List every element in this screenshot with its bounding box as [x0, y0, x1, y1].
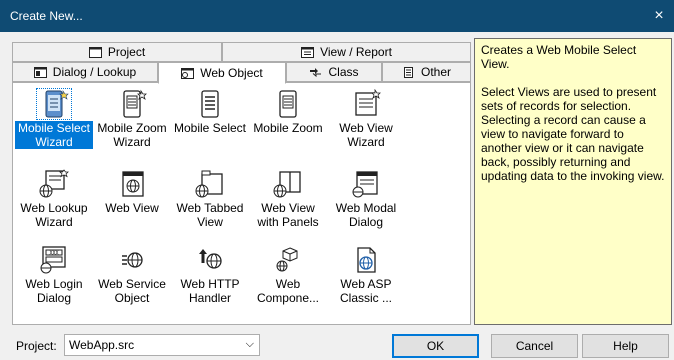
web-login-dialog-icon: XXX	[40, 246, 66, 274]
item-label: Web Lookup Wizard	[20, 201, 88, 229]
web-view-wizard-icon	[355, 89, 381, 116]
item-label: Web Service Object	[98, 277, 166, 305]
help-button[interactable]: Help	[582, 334, 669, 358]
item-label: Web Compone...	[256, 277, 320, 305]
web-http-handler-icon	[199, 249, 222, 269]
item-mobile-select-wizard[interactable]: Mobile Select Wizard	[15, 87, 93, 151]
item-web-tabbed-view[interactable]: Web Tabbed View	[171, 167, 249, 231]
item-web-http-handler[interactable]: Web HTTP Handler	[171, 243, 249, 307]
tab-dialog-lookup[interactable]: Dialog / Lookup	[12, 62, 158, 82]
description-summary: Creates a Web Mobile Select View.	[481, 43, 637, 71]
tab-view-report[interactable]: View / Report	[222, 42, 471, 62]
item-web-lookup-wizard[interactable]: Web Lookup Wizard	[15, 167, 93, 231]
item-label: Web View Wizard	[339, 121, 393, 149]
project-value: WebApp.src	[69, 338, 135, 352]
item-mobile-zoom-wizard[interactable]: Mobile Zoom Wizard	[93, 87, 171, 151]
mobile-zoom-wizard-icon	[123, 89, 147, 118]
item-label: Web Tabbed View	[176, 201, 244, 229]
project-label: Project:	[16, 339, 57, 353]
item-web-component[interactable]: Web Compone...	[249, 243, 327, 307]
tab-row-bottom: Dialog / Lookup Web Object Class Other	[12, 62, 471, 84]
web-component-icon	[276, 247, 298, 272]
web-view-icon	[122, 171, 144, 197]
item-label: Mobile Select	[173, 121, 247, 135]
web-modal-dialog-icon	[352, 171, 378, 198]
item-web-view-wizard[interactable]: Web View Wizard	[327, 87, 405, 151]
item-label: Web View with Panels	[257, 201, 319, 229]
tab-label: Dialog / Lookup	[52, 65, 137, 79]
web-view-panels-icon	[273, 171, 301, 198]
item-mobile-zoom[interactable]: Mobile Zoom	[249, 87, 327, 151]
title-bar: Create New... ×	[0, 0, 674, 32]
template-list: Mobile Select Wizard Mobile Zoom Wizard …	[12, 82, 471, 325]
web-lookup-wizard-icon	[39, 169, 69, 198]
web-service-object-icon	[122, 252, 143, 268]
web-tabbed-view-icon	[195, 170, 223, 198]
description-detail: Select Views are used to present sets of…	[481, 85, 665, 183]
ok-button[interactable]: OK	[392, 334, 479, 358]
cancel-button[interactable]: Cancel	[491, 334, 578, 358]
project-window-icon	[88, 46, 102, 58]
tab-project[interactable]: Project	[12, 42, 222, 62]
web-asp-classic-icon	[357, 247, 376, 273]
tab-other[interactable]: Other	[382, 62, 471, 82]
item-web-service-object[interactable]: Web Service Object	[93, 243, 171, 307]
item-label: Web View	[105, 201, 159, 215]
tab-label: View / Report	[320, 45, 392, 59]
tab-label: Other	[420, 65, 451, 79]
description-pane: Creates a Web Mobile Select View. Select…	[474, 38, 672, 325]
project-dropdown[interactable]: WebApp.src ⌵	[64, 334, 260, 356]
web-object-icon	[181, 67, 195, 79]
item-label: Mobile Zoom	[253, 121, 323, 135]
tab-label: Web Object	[200, 66, 263, 80]
tab-row-top: Project View / Report	[12, 42, 471, 62]
tab-label: Class	[328, 65, 359, 79]
item-mobile-select[interactable]: Mobile Select	[171, 87, 249, 151]
tab-label: Project	[107, 45, 146, 59]
class-icon	[310, 67, 322, 77]
item-web-asp-classic[interactable]: Web ASP Classic ...	[327, 243, 405, 307]
item-web-view-panels[interactable]: Web View with Panels	[249, 167, 327, 231]
tab-class[interactable]: Class	[286, 62, 382, 82]
mobile-select-icon	[201, 90, 219, 118]
item-label: Mobile Select Wizard	[15, 121, 93, 149]
item-label: Web Login Dialog	[25, 277, 83, 305]
item-label: Web Modal Dialog	[335, 201, 397, 229]
item-label: Web ASP Classic ...	[339, 277, 392, 305]
view-report-icon	[301, 46, 315, 58]
tab-web-object[interactable]: Web Object	[158, 62, 286, 84]
item-web-login-dialog[interactable]: XXX Web Login Dialog	[15, 243, 93, 307]
mobile-select-wizard-icon	[36, 88, 72, 120]
window-title: Create New...	[10, 9, 83, 23]
other-icon	[403, 66, 413, 78]
dialog-lookup-icon	[33, 66, 47, 78]
item-label: Web HTTP Handler	[180, 277, 240, 305]
item-label: Mobile Zoom Wizard	[97, 121, 167, 149]
close-icon[interactable]: ×	[644, 0, 674, 32]
svg-text:XXX: XXX	[49, 251, 58, 257]
item-web-modal-dialog[interactable]: Web Modal Dialog	[327, 167, 405, 231]
item-web-view[interactable]: Web View	[93, 167, 171, 231]
chevron-down-icon: ⌵	[245, 338, 254, 350]
mobile-zoom-icon	[279, 90, 297, 118]
